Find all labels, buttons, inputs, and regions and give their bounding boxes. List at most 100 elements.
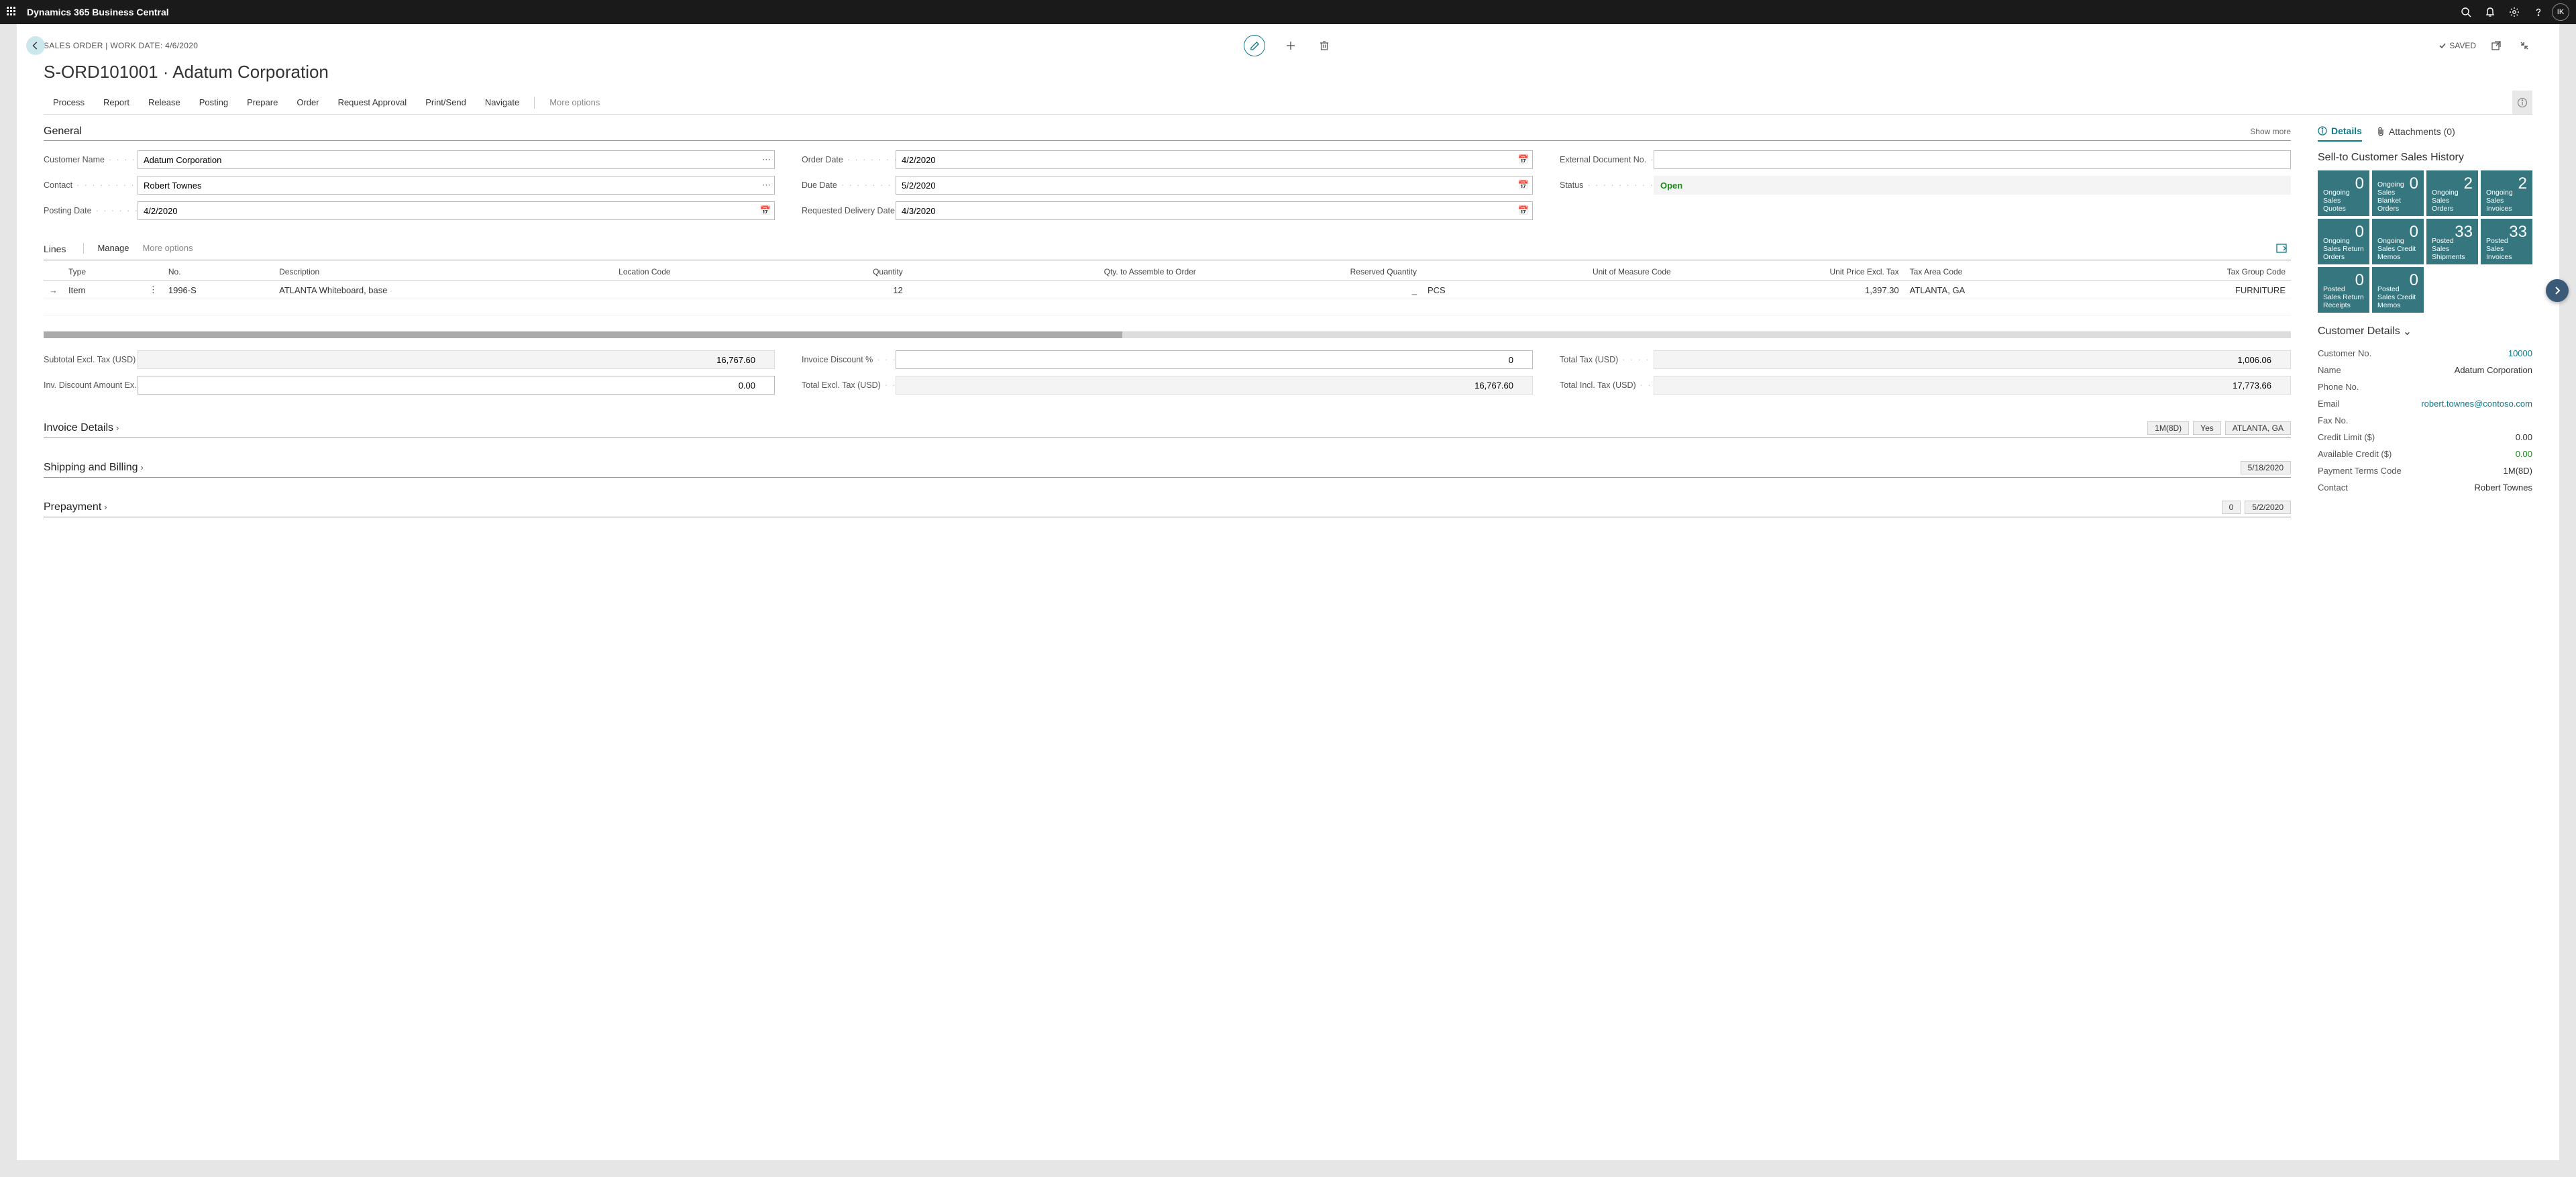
lookup-icon[interactable]: ⋯ [762, 154, 771, 165]
side-tab-attachments[interactable]: Attachments (0) [2377, 121, 2455, 142]
customer-no-link[interactable]: 10000 [2508, 348, 2532, 358]
page-info-icon[interactable] [2512, 91, 2532, 114]
col-uom[interactable]: Unit of Measure Code [1422, 260, 1676, 281]
table-row[interactable] [44, 299, 2291, 315]
section-tag: 5/18/2020 [2241, 461, 2291, 474]
pop-out-icon[interactable] [2488, 38, 2504, 54]
action-more-options[interactable]: More options [540, 91, 609, 114]
value-total-excl [896, 376, 1533, 395]
table-row[interactable]: → Item ⋮ 1996-S ATLANTA Whiteboard, base… [44, 281, 2291, 299]
action-posting[interactable]: Posting [190, 91, 237, 114]
col-quantity[interactable]: Quantity [792, 260, 908, 281]
section-invoice-details[interactable]: Invoice Details › 1M(8D) Yes ATLANTA, GA [44, 411, 2291, 438]
edit-button[interactable] [1244, 35, 1265, 56]
input-posting-date[interactable] [138, 201, 775, 220]
calendar-icon[interactable]: 📅 [1518, 205, 1529, 216]
label-total-excl: Total Excl. Tax (USD) [802, 380, 896, 390]
top-bar: Dynamics 365 Business Central IK [0, 0, 2576, 24]
action-request-approval[interactable]: Request Approval [329, 91, 417, 114]
value-subtotal [138, 350, 775, 369]
sales-history-tile[interactable]: 0Posted Sales Credit Memos [2372, 267, 2424, 313]
section-shipping-billing[interactable]: Shipping and Billing › 5/18/2020 [44, 450, 2291, 478]
row-more-icon[interactable]: ⋮ [144, 281, 163, 299]
breadcrumb: SALES ORDER | WORK DATE: 4/6/2020 [44, 41, 198, 50]
chevron-down-icon: ⌄ [2403, 325, 2412, 338]
lines-manage[interactable]: Manage [91, 236, 136, 260]
col-description[interactable]: Description [274, 260, 613, 281]
calendar-icon[interactable]: 📅 [760, 205, 771, 216]
label-inv-disc-pct: Invoice Discount % [802, 355, 896, 364]
input-customer-name[interactable] [138, 150, 775, 169]
input-external-doc[interactable] [1654, 150, 2291, 169]
col-tax-group[interactable]: Tax Group Code [2093, 260, 2291, 281]
col-reserved[interactable]: Reserved Quantity [1201, 260, 1422, 281]
label-due-date: Due Date [802, 181, 896, 190]
lines-export-icon[interactable] [2272, 240, 2291, 257]
settings-gear-icon[interactable] [2504, 1, 2525, 23]
sales-history-tile[interactable]: 2Ongoing Sales Invoices [2481, 170, 2532, 216]
side-tab-details[interactable]: Details [2318, 121, 2362, 142]
sales-history-tile[interactable]: 0Ongoing Sales Quotes [2318, 170, 2369, 216]
sales-history-tile[interactable]: 0Ongoing Sales Blanket Orders [2372, 170, 2424, 216]
calendar-icon[interactable]: 📅 [1518, 180, 1529, 191]
help-icon[interactable] [2528, 1, 2549, 23]
lines-tab: Lines [44, 237, 76, 260]
new-button[interactable] [1283, 38, 1299, 54]
input-requested-delivery[interactable] [896, 201, 1533, 220]
input-inv-disc-pct[interactable] [896, 350, 1533, 369]
back-button[interactable] [26, 36, 45, 55]
collapse-icon[interactable] [2516, 38, 2532, 54]
page-card: SALES ORDER | WORK DATE: 4/6/2020 SAVED [17, 24, 2559, 1160]
input-contact[interactable] [138, 176, 775, 195]
section-tag: 0 [2222, 501, 2241, 514]
saved-indicator: SAVED [2438, 41, 2476, 50]
action-prepare[interactable]: Prepare [237, 91, 287, 114]
chevron-right-icon: › [104, 502, 107, 512]
sales-history-tile[interactable]: 0Ongoing Sales Credit Memos [2372, 219, 2424, 264]
lines-header: Lines Manage More options [44, 236, 2291, 260]
label-requested-delivery: Requested Delivery Date [802, 206, 896, 215]
chevron-right-icon: › [116, 423, 119, 433]
table-row[interactable] [44, 315, 2291, 331]
sales-history-tile[interactable]: 33Posted Sales Shipments [2426, 219, 2478, 264]
input-order-date[interactable] [896, 150, 1533, 169]
sales-history-tile[interactable]: 33Posted Sales Invoices [2481, 219, 2532, 264]
col-no[interactable]: No. [163, 260, 274, 281]
col-type[interactable]: Type [63, 260, 144, 281]
app-launcher-icon[interactable] [7, 7, 17, 17]
action-print-send[interactable]: Print/Send [416, 91, 476, 114]
label-total-tax: Total Tax (USD) [1560, 355, 1654, 364]
action-process[interactable]: Process [44, 91, 94, 114]
action-order[interactable]: Order [287, 91, 328, 114]
col-qty-assemble[interactable]: Qty. to Assemble to Order [908, 260, 1201, 281]
chevron-right-icon: › [141, 462, 144, 472]
action-report[interactable]: Report [94, 91, 139, 114]
col-location[interactable]: Location Code [613, 260, 792, 281]
sales-history-tile[interactable]: 0Posted Sales Return Receipts [2318, 267, 2369, 313]
input-due-date[interactable] [896, 176, 1533, 195]
lookup-icon[interactable]: ⋯ [762, 180, 771, 191]
search-icon[interactable] [2455, 1, 2477, 23]
col-tax-area[interactable]: Tax Area Code [1904, 260, 2093, 281]
input-inv-disc-amt[interactable] [138, 376, 775, 395]
action-bar: Process Report Release Posting Prepare O… [44, 91, 2532, 115]
sales-history-tile[interactable]: 0Ongoing Sales Return Orders [2318, 219, 2369, 264]
customer-details-title[interactable]: Customer Details ⌄ [2318, 325, 2532, 338]
row-selector-icon[interactable]: → [44, 281, 63, 299]
delete-button[interactable] [1316, 38, 1332, 54]
general-show-more[interactable]: Show more [2250, 127, 2291, 136]
label-total-incl: Total Incl. Tax (USD) [1560, 380, 1654, 390]
value-total-incl [1654, 376, 2291, 395]
col-unit-price[interactable]: Unit Price Excl. Tax [1676, 260, 1904, 281]
customer-email-link[interactable]: robert.townes@contoso.com [2421, 399, 2532, 409]
lines-horizontal-scrollbar[interactable] [44, 331, 2291, 338]
section-prepayment[interactable]: Prepayment › 0 5/2/2020 [44, 490, 2291, 517]
action-navigate[interactable]: Navigate [476, 91, 529, 114]
calendar-icon[interactable]: 📅 [1518, 154, 1529, 165]
user-avatar[interactable]: IK [2552, 3, 2569, 21]
lines-more-options[interactable]: More options [136, 236, 199, 260]
factbox-expand-handle[interactable] [2546, 279, 2569, 302]
action-release[interactable]: Release [139, 91, 190, 114]
sales-history-tile[interactable]: 2Ongoing Sales Orders [2426, 170, 2478, 216]
notifications-icon[interactable] [2479, 1, 2501, 23]
